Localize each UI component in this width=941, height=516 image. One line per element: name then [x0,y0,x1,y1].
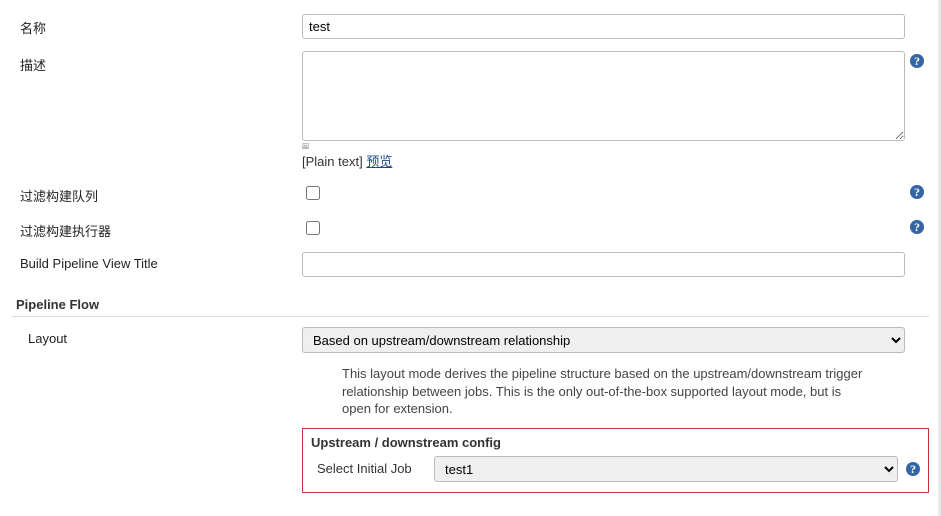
help-icon[interactable]: ? [910,54,924,68]
row-filter-queue: 过滤构建队列 ? [12,176,929,211]
description-label: 描述 [12,51,302,74]
description-format-hint: [Plain text] 预览 [302,151,392,170]
name-label: 名称 [12,14,302,37]
row-view-title: Build Pipeline View Title [12,246,929,283]
layout-help-text: This layout mode derives the pipeline st… [302,359,882,428]
initial-job-label: Select Initial Job [311,461,426,476]
upstream-downstream-config-box: Upstream / downstream config Select Init… [302,428,929,493]
resize-grip[interactable]: ≡ [302,143,309,149]
filter-queue-label: 过滤构建队列 [12,182,302,205]
row-layout: Layout Based on upstream/downstream rela… [12,321,929,359]
section-pipeline-flow: Pipeline Flow [12,289,929,317]
filter-queue-checkbox[interactable] [306,186,320,200]
description-textarea[interactable] [302,51,905,141]
help-icon[interactable]: ? [906,462,920,476]
layout-label: Layout [12,327,302,346]
preview-link[interactable]: 预览 [366,154,392,169]
name-input[interactable] [302,14,905,39]
help-icon[interactable]: ? [910,185,924,199]
filter-executors-checkbox[interactable] [306,221,320,235]
config-box-title: Upstream / downstream config [311,435,920,450]
filter-executors-label: 过滤构建执行器 [12,217,302,240]
view-title-label: Build Pipeline View Title [12,252,302,271]
initial-job-select[interactable]: test1 [434,456,898,482]
layout-select[interactable]: Based on upstream/downstream relationshi… [302,327,905,353]
help-icon[interactable]: ? [910,220,924,234]
row-name: 名称 [12,8,929,45]
row-filter-executors: 过滤构建执行器 ? [12,211,929,246]
plain-text-label: [Plain text] [302,154,366,169]
view-title-input[interactable] [302,252,905,277]
row-description: 描述 ≡ [Plain text] 预览 ? [12,45,929,176]
